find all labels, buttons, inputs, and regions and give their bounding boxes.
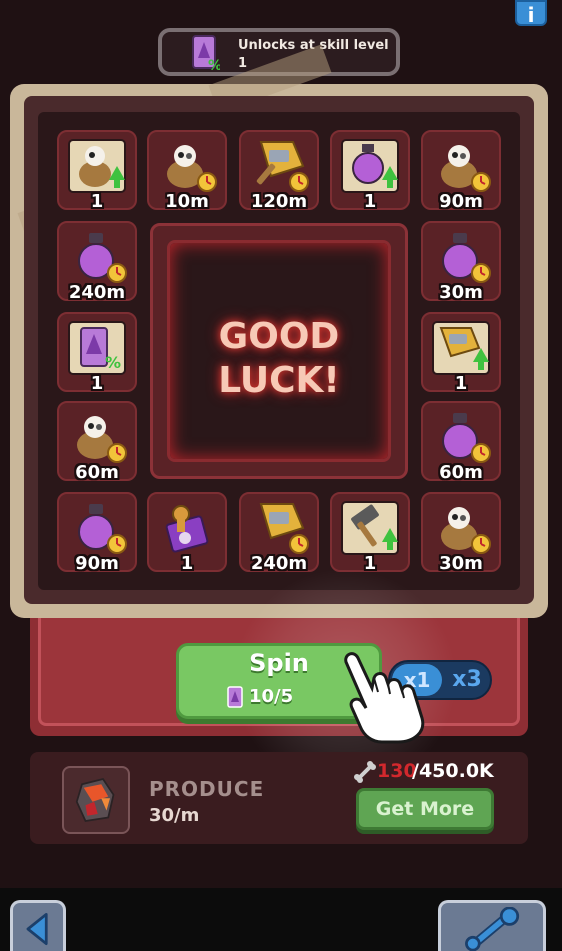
produce-title: PRODUCE <box>149 777 265 801</box>
prize-cell: 1 <box>421 312 501 394</box>
prize-cell: 1 <box>330 130 410 212</box>
get-more-button[interactable]: Get More <box>356 788 494 830</box>
prize-cell: 1 <box>147 492 227 574</box>
potion-timer-icon <box>78 233 127 283</box>
cell-label: 240m <box>68 282 126 303</box>
back-button[interactable] <box>10 900 66 951</box>
ticket-icon <box>227 686 243 708</box>
cow-sack-timer-icon <box>441 507 491 554</box>
back-arrow-icon <box>26 912 48 946</box>
hammer-upgrade-icon <box>432 321 490 375</box>
potion-timer-icon <box>442 233 491 283</box>
good-luck-text: GOOD LUCK! <box>218 316 340 401</box>
potion-timer-icon <box>442 413 491 463</box>
cell-label: 120m <box>250 191 308 212</box>
prize-cell: 60m <box>421 401 501 483</box>
cow-sack-timer-icon <box>441 145 491 192</box>
center-display: GOOD LUCK! <box>150 223 408 479</box>
produce-rate: 30/m <box>149 805 200 826</box>
wrench-icon <box>465 907 520 951</box>
mallet-upgrade-icon <box>341 501 399 555</box>
cell-label: 10m <box>165 191 209 212</box>
ore-crystal-icon <box>75 778 115 822</box>
capacity-max: /450.0K <box>412 760 494 782</box>
prize-cell: 90m <box>57 492 137 574</box>
ticket-percent-icon: % <box>192 35 220 72</box>
cell-label: 60m <box>439 462 483 483</box>
cell-label: 90m <box>439 191 483 212</box>
svg-text:%: % <box>208 58 220 72</box>
prize-cell: % 1 <box>57 312 137 394</box>
hammer-timer-icon <box>259 503 309 554</box>
resource-slot <box>62 766 130 834</box>
spin-cost: 10/5 <box>249 686 294 707</box>
prize-cell: 30m <box>421 221 501 303</box>
prize-cell: 30m <box>421 492 501 574</box>
cell-label: 60m <box>75 462 119 483</box>
bone-icon <box>354 761 376 783</box>
potion-upgrade-icon <box>341 139 399 193</box>
prize-cell: 1 <box>57 130 137 212</box>
cow-sack-timer-icon <box>77 416 127 463</box>
cell-label: 30m <box>439 553 483 574</box>
tools-button[interactable] <box>438 900 546 951</box>
cell-label: 1 <box>454 373 468 394</box>
cell-label: 90m <box>75 553 119 574</box>
prize-cell: 60m <box>57 401 137 483</box>
cow-sack-timer-icon <box>167 145 217 192</box>
prize-cell: 240m <box>57 221 137 303</box>
info-button[interactable]: i <box>515 0 547 27</box>
multiplier-x3[interactable]: x3 <box>444 664 490 696</box>
cell-label: 1 <box>90 373 104 394</box>
cell-label: 1 <box>180 553 194 574</box>
ticket-percent-icon: % <box>68 321 126 375</box>
capacity-current: 130 <box>377 760 417 782</box>
cow-sack-upgrade-icon <box>68 139 126 193</box>
cell-label: 1 <box>363 191 377 212</box>
prize-cell: 120m <box>239 130 319 212</box>
stamp-icon <box>165 505 209 553</box>
cell-label: 30m <box>439 282 483 303</box>
hammer-timer-icon <box>256 141 309 192</box>
prize-cell: 10m <box>147 130 227 212</box>
cell-label: 1 <box>90 191 104 212</box>
potion-timer-icon <box>78 504 127 554</box>
prize-cell: 90m <box>421 130 501 212</box>
svg-text:%: % <box>105 353 121 372</box>
prize-cell: 240m <box>239 492 319 574</box>
tutorial-hand-icon <box>344 652 425 744</box>
cell-label: 240m <box>250 553 308 574</box>
prize-cell: 1 <box>330 492 410 574</box>
